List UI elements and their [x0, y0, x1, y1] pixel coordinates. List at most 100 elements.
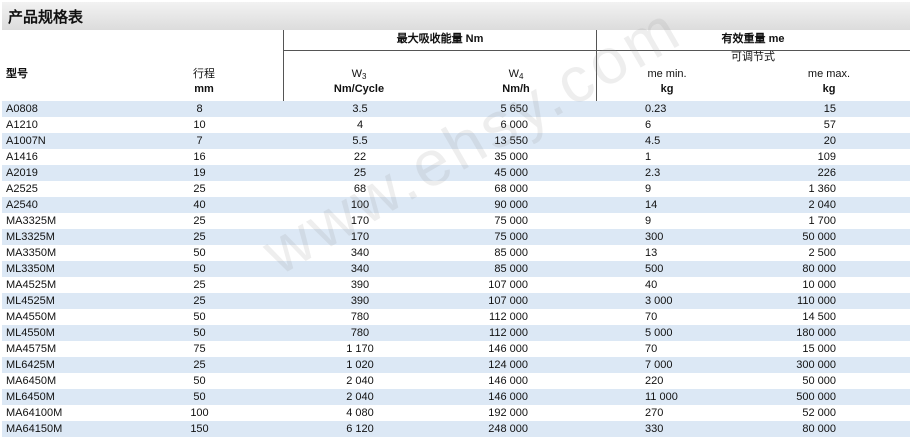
me-max-cell: 20	[752, 133, 910, 149]
page-title: 产品规格表	[8, 9, 84, 26]
model-cell: MA3350M	[2, 245, 152, 261]
w4-cell: 90 000	[473, 197, 602, 213]
model-cell: A2540	[2, 197, 152, 213]
me-min-cell: 40	[602, 277, 752, 293]
me-max-cell: 14 500	[752, 309, 910, 325]
me-min-cell: 300	[602, 229, 752, 245]
w4-cell: 107 000	[473, 277, 602, 293]
me-max-unit: kg	[822, 83, 836, 95]
model-cell: A2525	[2, 181, 152, 197]
table-row: ML4525M 25 390 107 000 3 000 110 000	[2, 293, 910, 309]
me-min-cell: 0.23	[602, 101, 752, 117]
energy-group-header: 最大吸收能量 Nm	[396, 33, 484, 45]
w4-cell: 75 000	[473, 229, 602, 245]
w3-cell: 2 040	[247, 389, 473, 405]
stroke-cell: 7	[152, 133, 247, 149]
table-row: A2525 25 68 68 000 9 1 360	[2, 181, 910, 197]
table-row: MA64100M 100 4 080 192 000 270 52 000	[2, 405, 910, 421]
model-cell: MA64150M	[2, 421, 152, 437]
stroke-cell: 25	[152, 357, 247, 373]
w3-cell: 390	[247, 293, 473, 309]
table-row: A2540 40 100 90 000 14 2 040	[2, 197, 910, 213]
me-max-cell: 10 000	[752, 277, 910, 293]
stroke-cell: 50	[152, 245, 247, 261]
w3-cell: 1 020	[247, 357, 473, 373]
w4-cell: 5 650	[473, 101, 602, 117]
me-max-cell: 80 000	[752, 421, 910, 437]
me-max-cell: 57	[752, 117, 910, 133]
model-cell: ML4525M	[2, 293, 152, 309]
stroke-cell: 25	[152, 229, 247, 245]
me-min-cell: 70	[602, 341, 752, 357]
w4-cell: 112 000	[473, 325, 602, 341]
w4-cell: 6 000	[473, 117, 602, 133]
me-min-cell: 11 000	[602, 389, 752, 405]
divider	[284, 50, 596, 51]
table-row: A1007N 7 5.5 13 550 4.5 20	[2, 133, 910, 149]
stroke-cell: 40	[152, 197, 247, 213]
stroke-cell: 25	[152, 277, 247, 293]
me-max-cell: 1 700	[752, 213, 910, 229]
model-cell: A2019	[2, 165, 152, 181]
w4-cell: 146 000	[473, 373, 602, 389]
me-min-cell: 6	[602, 117, 752, 133]
table-row: ML6450M 50 2 040 146 000 11 000 500 000	[2, 389, 910, 405]
title-bar: 产品规格表	[2, 2, 910, 30]
stroke-header: 行程	[193, 68, 215, 80]
me-max-cell: 500 000	[752, 389, 910, 405]
stroke-cell: 100	[152, 405, 247, 421]
table-row: MA4575M 75 1 170 146 000 70 15 000	[2, 341, 910, 357]
me-max-cell: 226	[752, 165, 910, 181]
model-cell: MA4575M	[2, 341, 152, 357]
table-row: MA64150M 150 6 120 248 000 330 80 000	[2, 421, 910, 437]
model-cell: ML3350M	[2, 261, 152, 277]
me-min-cell: 270	[602, 405, 752, 421]
w3-cell: 3.5	[247, 101, 473, 117]
model-header: 型号	[6, 68, 28, 80]
model-cell: MA4550M	[2, 309, 152, 325]
w3-header: W3	[351, 68, 367, 81]
model-cell: ML6450M	[2, 389, 152, 405]
w4-cell: 146 000	[473, 389, 602, 405]
me-max-cell: 15	[752, 101, 910, 117]
me-min-cell: 4.5	[602, 133, 752, 149]
me-max-cell: 15 000	[752, 341, 910, 357]
w4-cell: 146 000	[473, 341, 602, 357]
me-min-cell: 5 000	[602, 325, 752, 341]
stroke-cell: 50	[152, 325, 247, 341]
stroke-cell: 8	[152, 101, 247, 117]
stroke-cell: 16	[152, 149, 247, 165]
w4-cell: 124 000	[473, 357, 602, 373]
w3-cell: 22	[247, 149, 473, 165]
mass-group-header: 有效重量 me	[721, 33, 785, 45]
me-max-cell: 52 000	[752, 405, 910, 421]
me-min-cell: 13	[602, 245, 752, 261]
w3-cell: 340	[247, 261, 473, 277]
me-min-cell: 2.3	[602, 165, 752, 181]
w3-cell: 390	[247, 277, 473, 293]
divider	[283, 30, 284, 102]
stroke-cell: 19	[152, 165, 247, 181]
me-min-cell: 500	[602, 261, 752, 277]
w3-cell: 4 080	[247, 405, 473, 421]
table-row: MA4550M 50 780 112 000 70 14 500	[2, 309, 910, 325]
me-max-cell: 80 000	[752, 261, 910, 277]
table-row: MA6450M 50 2 040 146 000 220 50 000	[2, 373, 910, 389]
w3-cell: 100	[247, 197, 473, 213]
model-cell: A1416	[2, 149, 152, 165]
table-row: MA3325M 25 170 75 000 9 1 700	[2, 213, 910, 229]
model-cell: MA3325M	[2, 213, 152, 229]
w4-cell: 85 000	[473, 261, 602, 277]
w4-cell: 85 000	[473, 245, 602, 261]
stroke-cell: 150	[152, 421, 247, 437]
w3-cell: 1 170	[247, 341, 473, 357]
stroke-cell: 50	[152, 373, 247, 389]
table-row: A1210 10 4 6 000 6 57	[2, 117, 910, 133]
w4-cell: 107 000	[473, 293, 602, 309]
w4-cell: 45 000	[473, 165, 602, 181]
me-max-cell: 300 000	[752, 357, 910, 373]
table-row: A2019 19 25 45 000 2.3 226	[2, 165, 910, 181]
table-row: MA4525M 25 390 107 000 40 10 000	[2, 277, 910, 293]
w4-unit: Nm/h	[502, 83, 530, 95]
model-cell: MA6450M	[2, 373, 152, 389]
